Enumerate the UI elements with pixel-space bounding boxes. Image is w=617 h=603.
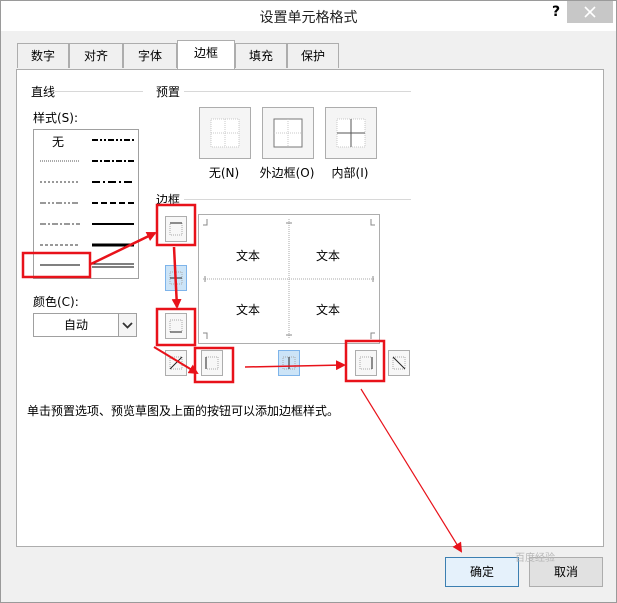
ok-button[interactable]: 确定 [445, 557, 519, 587]
border-bottom-icon [169, 319, 183, 333]
preset-outline-button[interactable] [262, 107, 314, 159]
border-top-button[interactable] [165, 216, 187, 242]
preset-outline-label: 外边框(O) [259, 166, 315, 180]
preset-none-label: 无(N) [208, 166, 240, 180]
border-left-button[interactable] [201, 350, 223, 376]
border-diagonal-down-icon [392, 356, 406, 370]
preset-inside-label: 内部(I) [331, 166, 369, 180]
border-right-button[interactable] [355, 350, 377, 376]
border-group-divider [184, 199, 411, 200]
line-group-divider [55, 91, 143, 92]
presets-divider [184, 91, 411, 92]
preview-text-bottom-left: 文本 [236, 303, 261, 317]
border-preview[interactable]: 文本 文本 文本 文本 [198, 214, 380, 344]
tab-alignment[interactable]: 对齐 [69, 43, 123, 68]
tab-font[interactable]: 字体 [123, 43, 177, 68]
preview-grid [203, 219, 375, 339]
border-left-icon [205, 356, 219, 370]
border-top-icon [169, 222, 183, 236]
border-bottom-button[interactable] [165, 313, 187, 339]
color-label: 颜色(C): [33, 295, 79, 309]
preset-inside-icon [336, 118, 366, 148]
dialog-window: 设置单元格格式 ? 数字 对齐 字体 边框 填充 保护 直线 样式(S): 无 [0, 0, 617, 603]
tab-protection[interactable]: 保护 [287, 43, 339, 68]
line-style-samples[interactable] [34, 130, 138, 278]
close-icon [584, 6, 596, 18]
border-diagonal-up-icon [169, 356, 183, 370]
color-select[interactable]: 自动 [33, 313, 137, 337]
tab-border[interactable]: 边框 [177, 40, 235, 69]
line-style-list[interactable]: 无 [33, 129, 139, 279]
border-inside-vertical-button[interactable] [278, 350, 300, 376]
border-diagonal-up-button[interactable] [165, 350, 187, 376]
border-group-label: 边框 [156, 193, 181, 207]
line-group-label: 直线 [31, 85, 56, 99]
hint-text: 单击预置选项、预览草图及上面的按钮可以添加边框样式。 [27, 404, 340, 418]
close-button[interactable] [567, 1, 613, 23]
preview-text-top-left: 文本 [236, 249, 261, 263]
watermark: 百度经验 [515, 553, 555, 564]
help-button[interactable]: ? [547, 4, 565, 24]
color-dropdown-button[interactable] [118, 314, 136, 336]
preset-none-icon [210, 118, 240, 148]
title-bar: 设置单元格格式 ? [1, 1, 616, 31]
border-inside-vertical-icon [282, 356, 296, 370]
style-label: 样式(S): [33, 111, 79, 125]
border-inside-horizontal-button[interactable] [165, 265, 187, 291]
border-right-icon [359, 356, 373, 370]
preset-none-button[interactable] [199, 107, 251, 159]
color-select-value: 自动 [63, 318, 88, 332]
border-diagonal-down-button[interactable] [388, 350, 410, 376]
preset-inside-button[interactable] [325, 107, 377, 159]
dialog-title: 设置单元格格式 [259, 10, 358, 26]
preset-outline-icon [273, 118, 303, 148]
tab-fill[interactable]: 填充 [235, 43, 287, 68]
chevron-down-icon [122, 322, 133, 329]
presets-label: 预置 [156, 85, 181, 99]
preview-text-bottom-right: 文本 [316, 303, 341, 317]
border-inside-horizontal-icon [169, 271, 183, 285]
tab-number[interactable]: 数字 [17, 43, 69, 68]
preview-text-top-right: 文本 [316, 249, 341, 263]
